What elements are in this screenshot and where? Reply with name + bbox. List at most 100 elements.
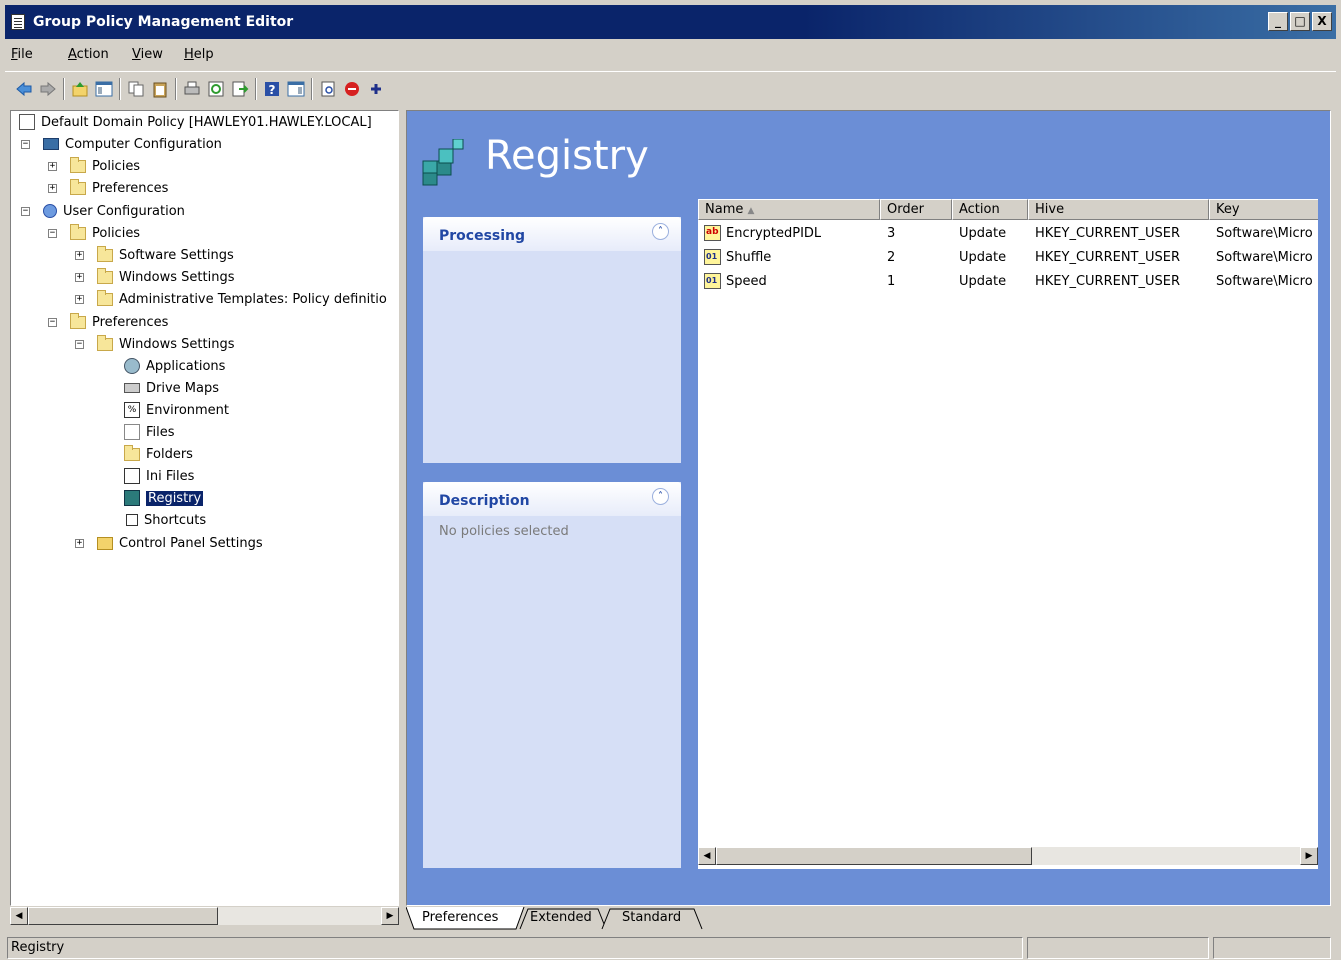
gpme-app-icon (11, 14, 25, 30)
menu-action[interactable]: Action (68, 47, 109, 62)
registry-string-icon: ab (704, 225, 721, 241)
tree-item-cc-policies[interactable]: Policies (70, 155, 140, 177)
tree-label: Shortcuts (144, 512, 207, 528)
tree-item-administrative-templates[interactable]: Administrative Templates: Policy definit… (97, 288, 387, 310)
tree-item-uc-policies[interactable]: Policies (70, 222, 140, 244)
tree-item-computer-configuration[interactable]: Computer Configuration (43, 133, 222, 155)
scroll-thumb[interactable] (716, 847, 1032, 865)
up-folder-icon[interactable] (71, 80, 89, 98)
back-arrow-icon[interactable] (15, 80, 33, 98)
list-row[interactable]: 01 Shuffle 2 Update HKEY_CURRENT_USER So… (698, 246, 1318, 270)
add-icon[interactable] (367, 80, 385, 98)
folder-icon (70, 178, 86, 195)
tab-standard[interactable]: Standard (622, 907, 681, 929)
menu-file[interactable]: File (11, 47, 33, 62)
title-bar[interactable]: Group Policy Management Editor _ □ X (5, 5, 1336, 39)
description-title: Description (439, 493, 530, 509)
list-row[interactable]: ab EncryptedPIDL 3 Update HKEY_CURRENT_U… (698, 222, 1318, 246)
collapse-toggle[interactable]: − (21, 207, 30, 216)
column-name[interactable]: Name ▲ (698, 199, 880, 220)
status-bar: Registry (5, 935, 1336, 960)
tree-item-cc-preferences[interactable]: Preferences (70, 177, 168, 199)
expand-toggle[interactable]: + (48, 184, 57, 193)
tab-extended[interactable]: Extended (530, 907, 592, 929)
expand-toggle[interactable]: + (75, 251, 84, 260)
tree-label: Computer Configuration (65, 136, 222, 152)
menu-view[interactable]: View (132, 47, 163, 62)
tree-item-software-settings[interactable]: Software Settings (97, 244, 234, 266)
tree-item-environment[interactable]: % Environment (124, 399, 229, 421)
row-name: Speed (726, 274, 767, 289)
tree-label: Preferences (92, 314, 169, 330)
collapse-processing-button[interactable]: ˄ (652, 223, 669, 240)
control-panel-icon (97, 536, 113, 550)
tree-item-ini-files[interactable]: Ini Files (124, 465, 194, 487)
tree-label: Control Panel Settings (119, 535, 263, 551)
column-hive[interactable]: Hive (1028, 199, 1209, 220)
window-title: Group Policy Management Editor (33, 14, 294, 30)
tree-label: Policies (92, 158, 141, 174)
tree-item-shortcuts[interactable]: Shortcuts (124, 509, 206, 531)
folder-icon (70, 312, 86, 329)
minimize-button[interactable]: _ (1268, 12, 1288, 31)
expand-toggle[interactable]: + (75, 295, 84, 304)
column-action[interactable]: Action (952, 199, 1028, 220)
folder-icon (97, 245, 113, 262)
maximize-button[interactable]: □ (1290, 12, 1310, 31)
scroll-thumb[interactable] (28, 907, 218, 925)
forward-arrow-icon[interactable] (39, 80, 57, 98)
tree-horizontal-scrollbar[interactable]: ◀ ▶ (10, 907, 399, 925)
collapse-toggle[interactable]: − (21, 140, 30, 149)
registry-cubes-icon (422, 139, 464, 186)
registry-list[interactable]: Name ▲ Order Action Hive Key ab Encrypte… (698, 199, 1318, 869)
folder-icon (70, 156, 86, 173)
tree-pane[interactable]: Default Domain Policy [HAWLEY01.HAWLEY.L… (10, 110, 399, 906)
tree-item-pref-windows-settings[interactable]: Windows Settings (97, 333, 234, 355)
list-row[interactable]: 01 Speed 1 Update HKEY_CURRENT_USER Soft… (698, 270, 1318, 294)
detail-pane: Registry Processing ˄ Description ˄ No p… (406, 110, 1331, 906)
collapse-toggle[interactable]: − (48, 229, 57, 238)
expand-toggle[interactable]: + (75, 273, 84, 282)
close-button[interactable]: X (1312, 12, 1332, 31)
tree-item-drive-maps[interactable]: Drive Maps (124, 377, 219, 399)
folder-icon (70, 223, 86, 240)
collapse-toggle[interactable]: − (75, 340, 84, 349)
tree-item-registry[interactable]: Registry (124, 487, 204, 509)
tree-item-root[interactable]: Default Domain Policy [HAWLEY01.HAWLEY.L… (19, 111, 372, 133)
tab-preferences[interactable]: Preferences (422, 907, 498, 929)
files-icon (124, 424, 140, 440)
menu-bar: File Action View Help (5, 41, 1336, 67)
expand-toggle[interactable]: + (75, 539, 84, 548)
scroll-left-arrow[interactable]: ◀ (10, 907, 28, 925)
collapse-toggle[interactable]: − (48, 318, 57, 327)
menu-help[interactable]: Help (184, 47, 214, 62)
refresh-icon[interactable] (207, 80, 225, 98)
tree-item-uc-preferences[interactable]: Preferences (70, 311, 168, 333)
tree-item-windows-settings[interactable]: Windows Settings (97, 266, 234, 288)
row-order: 1 (887, 274, 896, 289)
paste-icon[interactable] (151, 80, 169, 98)
row-hive: HKEY_CURRENT_USER (1035, 274, 1181, 289)
show-hide-tree-icon[interactable] (95, 80, 113, 98)
tree-label: Windows Settings (119, 336, 235, 352)
tree-item-files[interactable]: Files (124, 421, 175, 443)
list-horizontal-scrollbar[interactable]: ◀ ▶ (698, 847, 1318, 865)
tree-item-user-configuration[interactable]: User Configuration (43, 200, 185, 222)
tree-item-applications[interactable]: Applications (124, 355, 225, 377)
print-icon[interactable] (183, 80, 201, 98)
stop-icon[interactable] (343, 80, 361, 98)
collapse-description-button[interactable]: ˄ (652, 488, 669, 505)
column-key[interactable]: Key (1209, 199, 1318, 220)
properties-icon[interactable] (319, 80, 337, 98)
tree-item-folders[interactable]: Folders (124, 443, 193, 465)
show-hide-action-pane-icon[interactable] (287, 80, 305, 98)
export-list-icon[interactable] (231, 80, 249, 98)
tree-item-control-panel-settings[interactable]: Control Panel Settings (97, 532, 263, 554)
copy-icon[interactable] (127, 80, 145, 98)
scroll-left-arrow[interactable]: ◀ (698, 847, 716, 865)
help-icon[interactable]: ? (263, 80, 281, 98)
scroll-right-arrow[interactable]: ▶ (381, 907, 399, 925)
expand-toggle[interactable]: + (48, 162, 57, 171)
column-order[interactable]: Order (880, 199, 952, 220)
scroll-right-arrow[interactable]: ▶ (1300, 847, 1318, 865)
